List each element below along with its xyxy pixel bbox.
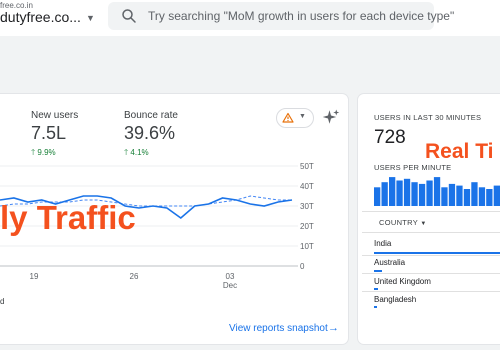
divider: [362, 273, 500, 274]
country-row-australia: Australia: [374, 258, 406, 267]
y-tick-label: 30T: [300, 202, 314, 211]
metric-label-bounce-rate: Bounce rate: [124, 110, 178, 121]
x-tick-label: 19: [30, 272, 39, 281]
minute-bar: [433, 177, 441, 206]
legend-fragment: d: [0, 297, 5, 306]
country-row-india: India: [374, 239, 392, 248]
sparkle-icon[interactable]: [322, 108, 340, 126]
country-share-bar: [374, 270, 382, 272]
overlay-traffic-text: ly Traffic: [0, 199, 136, 236]
country-share-bar: [374, 306, 377, 308]
minute-bar: [374, 187, 381, 206]
minute-bar: [448, 183, 456, 206]
property-selector[interactable]: dutyfree.co...: [0, 9, 81, 25]
arrow-right-icon[interactable]: →: [328, 322, 339, 334]
caret-down-icon: ▼: [299, 113, 306, 120]
divider: [362, 232, 500, 233]
y-tick-label: 0: [300, 262, 305, 271]
minute-bar: [396, 180, 403, 206]
metric-value-new-users: 7.5L: [31, 123, 67, 143]
minute-bar: [478, 187, 486, 206]
y-tick-label: 40T: [300, 182, 314, 191]
metric-label-new-users: New users: [31, 110, 79, 121]
minute-bar: [493, 185, 500, 206]
divider: [362, 291, 500, 292]
top-app-bar: free.co.in dutyfree.co... ▼ Try searchin…: [0, 0, 500, 36]
x-tick-label: 26: [130, 272, 139, 281]
arrow-up-icon: 🡑: [124, 148, 129, 157]
minute-bar: [418, 183, 426, 206]
users-per-minute-label: USERS PER MINUTE: [374, 163, 452, 172]
warning-icon: [282, 112, 294, 123]
x-tick-sublabel: Dec: [223, 281, 237, 290]
minute-bar: [381, 182, 388, 206]
minute-bar: [486, 189, 493, 206]
minute-bar: [463, 189, 471, 206]
minute-bar: [389, 177, 396, 206]
users-per-minute-bar-chart: [374, 177, 500, 206]
country-share-bar: [374, 252, 500, 254]
divider: [362, 255, 500, 256]
search-input[interactable]: Try searching "MoM growth in users for e…: [148, 9, 454, 23]
minute-bar: [456, 185, 463, 206]
chevron-down-icon[interactable]: ▼: [86, 13, 95, 23]
metric-value-bounce-rate: 39.6%: [124, 123, 176, 143]
divider: [362, 211, 500, 212]
y-tick-label: 20T: [300, 222, 314, 231]
y-tick-label: 50T: [300, 162, 314, 171]
minute-bar: [403, 178, 411, 206]
minute-bar: [411, 182, 418, 206]
minute-bar: [426, 180, 433, 206]
country-row-bangladesh: Bangladesh: [374, 295, 417, 304]
search-bar[interactable]: Try searching "MoM growth in users for e…: [108, 2, 454, 30]
arrow-up-icon: 🡑: [31, 148, 36, 157]
x-tick-label: 03: [226, 272, 235, 281]
realtime-user-count: 728: [374, 127, 406, 148]
realtime-header: USERS IN LAST 30 MINUTES: [374, 113, 482, 122]
caret-down-icon: ▼: [420, 221, 427, 227]
search-icon: [122, 9, 136, 23]
country-row-united-kingdom: United Kingdom: [374, 277, 431, 286]
overlay-realtime-text: Real Ti: [425, 140, 494, 163]
insights-alert-button[interactable]: ▼: [276, 108, 314, 128]
minute-bar: [471, 182, 478, 206]
country-column-header[interactable]: COUNTRY ▼: [379, 218, 427, 227]
minute-bar: [441, 187, 448, 206]
view-reports-snapshot-link[interactable]: View reports snapshot: [229, 323, 328, 334]
y-tick-label: 10T: [300, 242, 314, 251]
country-share-bar: [374, 288, 378, 290]
